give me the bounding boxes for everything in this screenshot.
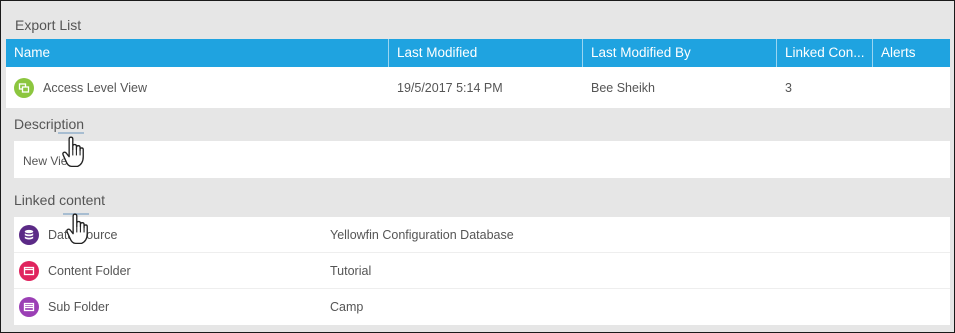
folder-icon [19,260,39,281]
linked-content-list: Data Source Yellowfin Configuration Data… [14,217,950,325]
database-icon [19,224,39,245]
linked-item-name: Yellowfin Configuration Database [330,227,514,242]
linked-item-type-cell: Sub Folder [14,297,322,317]
row-name: Access Level View [43,80,147,95]
linked-item-name: Tutorial [330,263,372,278]
row-linked-count: 3 [785,80,792,95]
column-header-name[interactable]: Name [6,39,389,67]
drag-underline [58,132,84,134]
view-icon [14,77,34,98]
linked-item-type: Content Folder [48,263,131,278]
linked-item-type: Sub Folder [48,300,110,314]
description-header-label: Description [14,116,85,132]
hand-cursor-icon [62,136,84,168]
column-header-linked-content[interactable]: Linked Con... [777,39,873,67]
linked-item-type-cell: Content Folder [14,260,322,281]
list-item[interactable]: Content Folder Tutorial [14,253,950,289]
linked-item-name: Camp [330,300,364,314]
description-section-header[interactable]: Description [6,108,950,140]
export-list-window: Export List Name Last Modified Last Modi… [0,0,955,333]
grid-header: Name Last Modified Last Modified By Link… [6,39,950,67]
hand-cursor-icon [66,213,88,245]
column-header-last-modified[interactable]: Last Modified [389,39,583,67]
row-last-modified: 19/5/2017 5:14 PM [397,80,503,95]
column-header-last-modified-by[interactable]: Last Modified By [583,39,777,67]
description-box: New View [14,141,950,178]
row-name-cell: Access Level View [6,77,389,98]
row-last-modified-by: Bee Sheikh [591,80,655,95]
folder-icon [19,297,39,317]
column-header-alerts[interactable]: Alerts [873,39,950,67]
list-item[interactable]: Sub Folder Camp [14,289,950,325]
table-row[interactable]: Access Level View 19/5/2017 5:14 PM Bee … [6,67,950,108]
linked-content-header-label: Linked content [14,192,106,208]
list-item[interactable]: Data Source Yellowfin Configuration Data… [14,217,950,253]
panel-title: Export List [6,7,950,39]
linked-content-section-header[interactable]: Linked content [6,184,950,216]
